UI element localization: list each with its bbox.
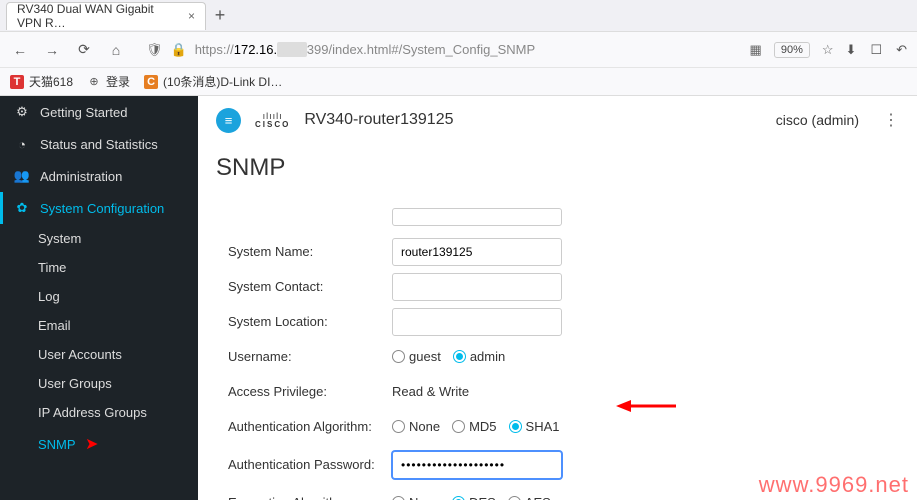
users-icon: 👥 — [14, 168, 30, 184]
sidebar-sub-system[interactable]: System — [0, 224, 198, 253]
back-icon[interactable]: ← — [10, 40, 30, 60]
page-title: SNMP — [198, 144, 917, 200]
sidebar-item-system-config[interactable]: ✿ System Configuration — [0, 192, 198, 224]
tmall-icon: T — [10, 75, 24, 89]
sidebar-sub-user-groups[interactable]: User Groups — [0, 369, 198, 398]
csdn-icon: C — [144, 75, 158, 89]
watermark: www.9969.net — [759, 472, 909, 498]
compass-icon: ⚙ — [14, 104, 30, 120]
partial-input-top[interactable] — [392, 208, 562, 226]
radio-icon — [392, 420, 405, 433]
auth-alg-radio-sha1[interactable]: SHA1 — [509, 419, 560, 434]
lock-icon[interactable]: 🔒 — [171, 42, 187, 58]
radio-icon — [452, 420, 465, 433]
system-name-label: System Name: — [228, 244, 392, 259]
chart-icon: ◔ — [14, 136, 30, 152]
tab-title: RV340 Dual WAN Gigabit VPN R… — [17, 2, 180, 30]
radio-icon — [453, 350, 466, 363]
bookmarks-bar: T 天猫618 ⊕ 登录 C (10条消息)D-Link DI… — [0, 68, 917, 96]
url-bar[interactable]: 🛡 🔒 https://172.16.blur399/index.html#/S… — [138, 42, 738, 58]
auth-password-input[interactable] — [392, 451, 562, 479]
sidebar-item-administration[interactable]: 👥 Administration — [0, 160, 198, 192]
download-icon[interactable]: ⬇ — [846, 42, 857, 58]
enc-algorithm-label: Encryption Algorithm: — [228, 495, 392, 500]
more-icon[interactable]: ⋮ — [883, 110, 899, 130]
browser-tab-strip: RV340 Dual WAN Gigabit VPN R… × + — [0, 0, 917, 32]
bookmark-dlink[interactable]: C (10条消息)D-Link DI… — [144, 73, 282, 90]
gear-icon: ✿ — [14, 200, 30, 216]
access-privilege-value: Read & Write — [392, 384, 469, 399]
app-header: ≡ ılıılı CISCO RV340-router139125 cisco … — [198, 96, 917, 144]
home-icon[interactable]: ⌂ — [106, 40, 126, 60]
extension-icon[interactable]: ☐ — [870, 42, 882, 58]
main-content: ≡ ılıılı CISCO RV340-router139125 cisco … — [198, 96, 917, 500]
system-name-input[interactable] — [392, 238, 562, 266]
globe-icon: ⊕ — [87, 75, 101, 89]
username-radio-admin[interactable]: admin — [453, 349, 505, 364]
auth-algorithm-label: Authentication Algorithm: — [228, 419, 392, 434]
annotation-arrow-icon — [616, 396, 676, 416]
username-label: Username: — [228, 349, 392, 364]
browser-toolbar: ← → ⟳ ⌂ 🛡 🔒 https://172.16.blur399/index… — [0, 32, 917, 68]
annotation-arrow-icon: ➤ — [85, 436, 98, 453]
router-name: RV340-router139125 — [304, 111, 453, 129]
new-tab-button[interactable]: + — [206, 2, 234, 30]
qr-icon[interactable]: ▦ — [750, 42, 762, 58]
snmp-form: System Name: System Contact: System Loca… — [198, 200, 917, 500]
zoom-level[interactable]: 90% — [774, 42, 810, 58]
enc-alg-radio-none[interactable]: None — [392, 495, 440, 500]
app-container: ⚙ Getting Started ◔ Status and Statistic… — [0, 96, 917, 500]
sidebar-sub-user-accounts[interactable]: User Accounts — [0, 340, 198, 369]
sidebar-item-getting-started[interactable]: ⚙ Getting Started — [0, 96, 198, 128]
star-icon[interactable]: ☆ — [822, 42, 834, 58]
system-location-label: System Location: — [228, 314, 392, 329]
close-icon[interactable]: × — [188, 9, 195, 23]
reload-icon[interactable]: ⟳ — [74, 40, 94, 60]
radio-icon — [392, 350, 405, 363]
radio-icon — [508, 496, 521, 500]
enc-alg-radio-aes[interactable]: AES — [508, 495, 551, 500]
sidebar-sub-time[interactable]: Time — [0, 253, 198, 282]
bookmark-tmall[interactable]: T 天猫618 — [10, 73, 73, 90]
username-radio-guest[interactable]: guest — [392, 349, 441, 364]
system-contact-input[interactable] — [392, 273, 562, 301]
auth-alg-radio-md5[interactable]: MD5 — [452, 419, 496, 434]
sidebar-sub-log[interactable]: Log — [0, 282, 198, 311]
radio-icon — [452, 496, 465, 500]
system-contact-label: System Contact: — [228, 279, 392, 294]
sidebar: ⚙ Getting Started ◔ Status and Statistic… — [0, 96, 198, 500]
system-location-input[interactable] — [392, 308, 562, 336]
radio-icon — [509, 420, 522, 433]
auth-password-label: Authentication Password: — [228, 457, 392, 472]
auth-alg-radio-none[interactable]: None — [392, 419, 440, 434]
enc-alg-radio-des[interactable]: DES — [452, 495, 496, 500]
sidebar-sub-snmp[interactable]: SNMP ➤ — [0, 427, 198, 461]
user-info: cisco (admin) — [776, 112, 859, 128]
sidebar-sub-email[interactable]: Email — [0, 311, 198, 340]
browser-tab[interactable]: RV340 Dual WAN Gigabit VPN R… × — [6, 2, 206, 30]
url-text: https://172.16.blur399/index.html#/Syste… — [195, 42, 535, 57]
sidebar-sub-ip-groups[interactable]: IP Address Groups — [0, 398, 198, 427]
radio-icon — [392, 496, 405, 500]
access-privilege-label: Access Privilege: — [228, 384, 392, 399]
menu-toggle-button[interactable]: ≡ — [216, 108, 241, 133]
forward-icon[interactable]: → — [42, 40, 62, 60]
cisco-logo: ılıılı CISCO — [255, 112, 290, 129]
bookmark-login[interactable]: ⊕ 登录 — [87, 73, 130, 90]
undo-icon[interactable]: ↶ — [896, 42, 907, 58]
shield-icon[interactable]: 🛡 — [146, 42, 163, 58]
sidebar-item-status[interactable]: ◔ Status and Statistics — [0, 128, 198, 160]
